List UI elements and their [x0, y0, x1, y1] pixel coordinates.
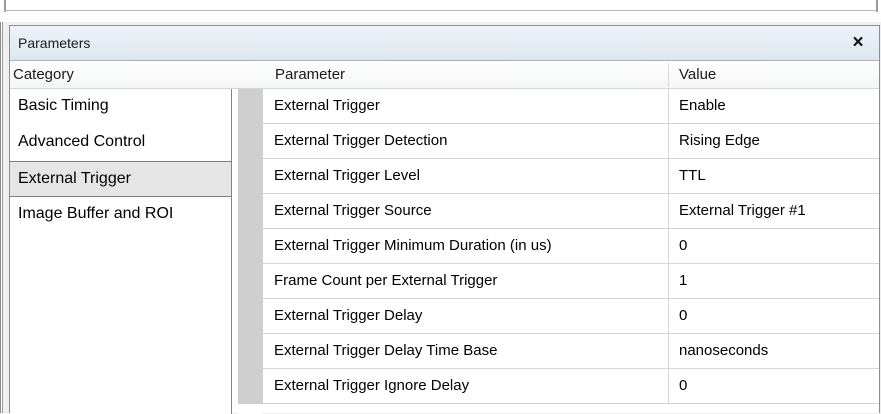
- parameter-value[interactable]: 0: [679, 307, 687, 324]
- cell-divider: [668, 124, 669, 158]
- category-item-external-trigger[interactable]: External Trigger: [10, 161, 231, 197]
- category-column-header[interactable]: Category: [13, 66, 74, 83]
- parameter-name: External Trigger Delay: [274, 307, 423, 324]
- cell-divider: [668, 264, 669, 298]
- parameter-name: External Trigger Delay Time Base: [274, 342, 498, 359]
- parameter-value[interactable]: 0: [679, 377, 687, 394]
- parameter-name: External Trigger: [274, 97, 380, 114]
- category-item-image-buffer-and-roi[interactable]: Image Buffer and ROI: [10, 197, 231, 233]
- parameter-value[interactable]: 0: [679, 237, 687, 254]
- parameter-name: External Trigger Minimum Duration (in us…: [274, 237, 552, 254]
- parameter-name: External Trigger Level: [274, 167, 420, 184]
- category-item-advanced-control[interactable]: Advanced Control: [10, 125, 231, 161]
- cell-divider: [668, 369, 669, 403]
- parameter-value[interactable]: External Trigger #1: [679, 202, 806, 219]
- close-icon[interactable]: ×: [846, 31, 870, 55]
- row-selector-gutter: [238, 89, 263, 414]
- row-selector-column: [238, 89, 263, 404]
- column-headers: Category Parameter Value: [10, 61, 879, 89]
- column-divider[interactable]: [668, 63, 669, 87]
- cell-divider: [668, 334, 669, 368]
- parameter-value[interactable]: Rising Edge: [679, 132, 760, 149]
- cell-divider: [668, 299, 669, 333]
- frame-line-horizontal: [4, 10, 878, 11]
- panel-title: Parameters: [18, 35, 91, 51]
- parameter-value[interactable]: Enable: [679, 97, 726, 114]
- table-row[interactable]: External Trigger Delay 0: [263, 299, 879, 334]
- frame-line-right: [876, 0, 878, 12]
- value-column-header[interactable]: Value: [679, 66, 716, 83]
- category-list: Basic Timing Advanced Control External T…: [10, 89, 232, 414]
- parameter-name: External Trigger Detection: [274, 132, 448, 149]
- parameter-name: Frame Count per External Trigger: [274, 272, 498, 289]
- table-row[interactable]: Frame Count per External Trigger 1: [263, 264, 879, 299]
- parameters-panel: Parameters × Category Parameter Value Ba…: [9, 25, 880, 414]
- table-row[interactable]: External Trigger Ignore Delay 0: [263, 369, 879, 404]
- window-top-edge: [0, 0, 881, 22]
- parameter-column-header[interactable]: Parameter: [275, 66, 345, 83]
- table-row[interactable]: External Trigger Delay Time Base nanosec…: [263, 334, 879, 369]
- cell-divider: [668, 194, 669, 228]
- cell-divider: [668, 159, 669, 193]
- panel-titlebar: Parameters ×: [10, 26, 879, 61]
- table-row[interactable]: External Trigger Source External Trigger…: [263, 194, 879, 229]
- parameter-name: External Trigger Source: [274, 202, 432, 219]
- table-row[interactable]: External Trigger Level TTL: [263, 159, 879, 194]
- table-row[interactable]: External Trigger Enable: [263, 89, 879, 124]
- cell-divider: [668, 229, 669, 263]
- cell-divider: [668, 89, 669, 123]
- table-row[interactable]: External Trigger Detection Rising Edge: [263, 124, 879, 159]
- parameter-name: External Trigger Ignore Delay: [274, 377, 470, 394]
- table-row[interactable]: External Trigger Minimum Duration (in us…: [263, 229, 879, 264]
- parameter-value[interactable]: TTL: [679, 167, 706, 184]
- parameter-value[interactable]: nanoseconds: [679, 342, 768, 359]
- window-left-edge: [0, 22, 4, 413]
- category-item-basic-timing[interactable]: Basic Timing: [10, 89, 231, 125]
- parameter-value[interactable]: 1: [679, 272, 687, 289]
